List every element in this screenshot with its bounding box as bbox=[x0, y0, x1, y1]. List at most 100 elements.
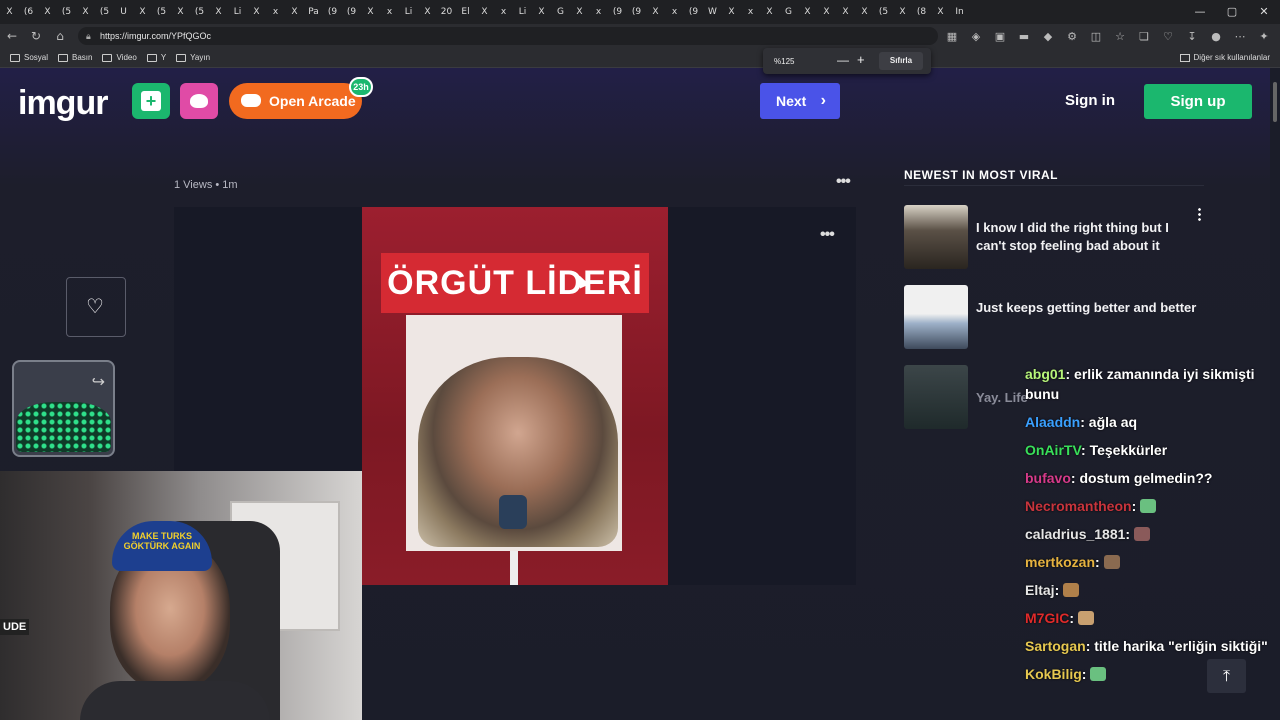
browser-tab[interactable]: (5 bbox=[193, 6, 206, 18]
browser-tab[interactable]: x bbox=[269, 6, 282, 18]
chat-username[interactable]: abg01 bbox=[1025, 366, 1065, 382]
browser-tab[interactable]: X bbox=[174, 6, 187, 18]
browser-tab[interactable]: G bbox=[554, 6, 567, 18]
browser-tab[interactable]: X bbox=[839, 6, 852, 18]
browser-tab[interactable]: X bbox=[725, 6, 738, 18]
browser-tab[interactable]: X bbox=[478, 6, 491, 18]
bookmark-folder[interactable]: Basın bbox=[58, 53, 92, 62]
browser-essentials-icon[interactable]: ♡ bbox=[1156, 30, 1180, 43]
favorites-icon[interactable]: ☆ bbox=[1108, 30, 1132, 43]
browser-tab[interactable]: 20 bbox=[440, 6, 453, 18]
address-bar[interactable]: 🔒︎ https://imgur.com/YPfQGOc bbox=[78, 27, 938, 45]
browser-tab[interactable]: Li bbox=[231, 6, 244, 18]
browser-tab[interactable]: X bbox=[573, 6, 586, 18]
imgur-logo[interactable]: imgur bbox=[18, 84, 108, 123]
copilot-icon[interactable]: ✦ bbox=[1252, 30, 1276, 43]
jar-widget[interactable]: ↪ bbox=[12, 360, 115, 457]
viral-item[interactable]: Just keeps getting better and better bbox=[904, 285, 1204, 349]
sign-up-button[interactable]: Sign up bbox=[1144, 84, 1252, 119]
open-arcade-button[interactable]: Open Arcade bbox=[229, 83, 362, 119]
zoom-reset-button[interactable]: Sıfırla bbox=[879, 52, 923, 70]
browser-tab[interactable]: X bbox=[535, 6, 548, 18]
browser-tab[interactable]: X bbox=[934, 6, 947, 18]
zoom-out-button[interactable]: — bbox=[837, 53, 849, 67]
chat-username[interactable]: caladrius_1881 bbox=[1025, 526, 1125, 542]
browser-tab[interactable]: X bbox=[820, 6, 833, 18]
browser-tab[interactable]: X bbox=[763, 6, 776, 18]
browser-tab[interactable]: X bbox=[364, 6, 377, 18]
browser-tab[interactable]: El bbox=[459, 6, 472, 18]
bookmark-folder[interactable]: Video bbox=[102, 53, 137, 62]
other-favorites[interactable]: Diğer sık kullanılanlar bbox=[1179, 53, 1270, 62]
viral-item[interactable]: I know I did the right thing but I can't… bbox=[904, 205, 1204, 269]
browser-tab[interactable]: X bbox=[212, 6, 225, 18]
back-icon[interactable]: ← bbox=[0, 29, 24, 43]
browser-tab[interactable]: U bbox=[117, 6, 130, 18]
browser-tab[interactable]: (8 bbox=[915, 6, 928, 18]
close-window-button[interactable]: ✕ bbox=[1248, 0, 1280, 24]
media-options-icon[interactable]: ••• bbox=[820, 226, 835, 244]
browser-tab[interactable]: X bbox=[41, 6, 54, 18]
extension-icon[interactable]: ◆ bbox=[1036, 30, 1060, 43]
browser-tab[interactable]: X bbox=[3, 6, 16, 18]
browser-tab[interactable]: x bbox=[668, 6, 681, 18]
chat-username[interactable]: M7GIC bbox=[1025, 610, 1069, 626]
extension-icon[interactable]: ⚙ bbox=[1060, 30, 1084, 43]
minimize-button[interactable]: — bbox=[1184, 0, 1216, 24]
profile-avatar[interactable]: ● bbox=[1204, 30, 1228, 43]
browser-tab[interactable]: x bbox=[744, 6, 757, 18]
browser-tab[interactable]: X bbox=[801, 6, 814, 18]
browser-tab[interactable]: X bbox=[858, 6, 871, 18]
chat-username[interactable]: Necromantheon bbox=[1025, 498, 1132, 514]
browser-tab[interactable]: Pa bbox=[307, 6, 320, 18]
browser-tab[interactable]: x bbox=[383, 6, 396, 18]
menu-icon[interactable]: ⋯ bbox=[1228, 30, 1252, 43]
browser-tab[interactable]: (9 bbox=[630, 6, 643, 18]
chat-username[interactable]: OnAirTV bbox=[1025, 442, 1081, 458]
collections-icon[interactable]: ❏ bbox=[1132, 30, 1156, 43]
browser-tab[interactable]: G bbox=[782, 6, 795, 18]
browser-tab[interactable]: x bbox=[592, 6, 605, 18]
browser-tab[interactable]: X bbox=[288, 6, 301, 18]
browser-tab[interactable]: (5 bbox=[98, 6, 111, 18]
browser-tab[interactable]: X bbox=[896, 6, 909, 18]
chat-username[interactable]: Alaaddn bbox=[1025, 414, 1080, 430]
browser-tab[interactable]: X bbox=[79, 6, 92, 18]
browser-tab[interactable]: (9 bbox=[687, 6, 700, 18]
sign-in-link[interactable]: Sign in bbox=[1065, 92, 1115, 109]
new-post-button[interactable]: + bbox=[132, 83, 170, 119]
home-icon[interactable]: ⌂ bbox=[48, 29, 72, 43]
chat-username[interactable]: bufavo bbox=[1025, 470, 1071, 486]
browser-tab[interactable]: (5 bbox=[60, 6, 73, 18]
maximize-button[interactable]: ▢ bbox=[1216, 0, 1248, 24]
browser-tab[interactable]: X bbox=[136, 6, 149, 18]
bookmark-folder[interactable]: Sosyal bbox=[10, 53, 48, 62]
refresh-icon[interactable]: ↻ bbox=[24, 29, 48, 43]
browser-tab[interactable]: (9 bbox=[345, 6, 358, 18]
scroll-to-top-button[interactable]: ⤒ bbox=[1207, 659, 1246, 693]
favorite-button[interactable]: ♡ bbox=[66, 277, 126, 337]
browser-tab[interactable]: In bbox=[953, 6, 966, 18]
page-scrollbar[interactable] bbox=[1270, 68, 1280, 720]
scrollbar-thumb[interactable] bbox=[1273, 82, 1277, 122]
downloads-icon[interactable]: ↧ bbox=[1180, 30, 1204, 43]
browser-tab[interactable]: (5 bbox=[877, 6, 890, 18]
browser-tab[interactable]: X bbox=[250, 6, 263, 18]
post-options-icon[interactable]: ••• bbox=[836, 173, 851, 191]
browser-tab[interactable]: (9 bbox=[611, 6, 624, 18]
post-image[interactable]: ÖRGÜT LİDERİ bbox=[362, 207, 668, 585]
browser-tab[interactable]: X bbox=[421, 6, 434, 18]
zoom-in-button[interactable]: + bbox=[857, 52, 865, 67]
browser-tab[interactable]: W bbox=[706, 6, 719, 18]
next-post-button[interactable]: Next › bbox=[760, 83, 840, 119]
bookmark-folder[interactable]: Y bbox=[146, 53, 166, 62]
viral-item-options-icon[interactable] bbox=[1198, 207, 1201, 221]
chat-username[interactable]: Sartogan bbox=[1025, 638, 1086, 654]
browser-tab[interactable]: x bbox=[497, 6, 510, 18]
browser-tab[interactable]: X bbox=[649, 6, 662, 18]
browser-tab[interactable]: Li bbox=[516, 6, 529, 18]
chat-username[interactable]: KokBilig bbox=[1025, 666, 1082, 682]
browser-tab[interactable]: (9 bbox=[326, 6, 339, 18]
extension-icon[interactable]: ◈ bbox=[964, 30, 988, 43]
extension-icon[interactable]: ▦ bbox=[940, 30, 964, 43]
